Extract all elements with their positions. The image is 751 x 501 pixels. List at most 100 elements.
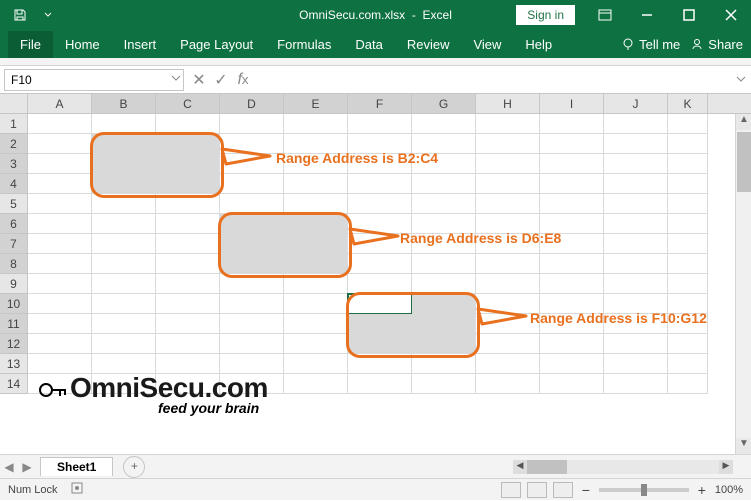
cell-c8[interactable] [156, 254, 220, 274]
cell-e14[interactable] [284, 374, 348, 394]
cell-f5[interactable] [348, 194, 412, 214]
row-header-14[interactable]: 14 [0, 374, 28, 394]
cell-d8[interactable] [220, 254, 284, 274]
select-all-corner[interactable] [0, 94, 28, 113]
close-icon[interactable] [711, 0, 751, 30]
cell-c11[interactable] [156, 314, 220, 334]
cell-a4[interactable] [28, 174, 92, 194]
cell-e10[interactable] [284, 294, 348, 314]
cell-e12[interactable] [284, 334, 348, 354]
row-header-5[interactable]: 5 [0, 194, 28, 214]
tab-file[interactable]: File [8, 31, 53, 58]
cell-a5[interactable] [28, 194, 92, 214]
cell-j7[interactable] [604, 234, 668, 254]
cell-j12[interactable] [604, 334, 668, 354]
cell-d4[interactable] [220, 174, 284, 194]
row-header-11[interactable]: 11 [0, 314, 28, 334]
row-header-2[interactable]: 2 [0, 134, 28, 154]
cell-c9[interactable] [156, 274, 220, 294]
name-box-dropdown-icon[interactable] [171, 72, 181, 86]
col-header-b[interactable]: B [92, 94, 156, 113]
cell-d9[interactable] [220, 274, 284, 294]
zoom-slider[interactable] [599, 488, 689, 492]
expand-formula-bar-icon[interactable] [731, 71, 751, 89]
formula-input[interactable] [254, 69, 731, 91]
cell-b11[interactable] [92, 314, 156, 334]
cell-j13[interactable] [604, 354, 668, 374]
cell-c2[interactable] [156, 134, 220, 154]
cell-b5[interactable] [92, 194, 156, 214]
save-icon[interactable] [8, 3, 32, 27]
cell-h14[interactable] [476, 374, 540, 394]
cell-c1[interactable] [156, 114, 220, 134]
cell-b6[interactable] [92, 214, 156, 234]
cell-b8[interactable] [92, 254, 156, 274]
cell-j4[interactable] [604, 174, 668, 194]
cell-f12[interactable] [348, 334, 412, 354]
cell-j1[interactable] [604, 114, 668, 134]
cell-i12[interactable] [540, 334, 604, 354]
hscroll-thumb[interactable] [527, 460, 567, 474]
cell-f4[interactable] [348, 174, 412, 194]
cell-f9[interactable] [348, 274, 412, 294]
cell-e1[interactable] [284, 114, 348, 134]
cell-b12[interactable] [92, 334, 156, 354]
cell-d13[interactable] [220, 354, 284, 374]
cell-g8[interactable] [412, 254, 476, 274]
cell-g14[interactable] [412, 374, 476, 394]
cell-b4[interactable] [92, 174, 156, 194]
tab-view[interactable]: View [461, 31, 513, 58]
cell-i3[interactable] [540, 154, 604, 174]
cell-f13[interactable] [348, 354, 412, 374]
cell-d10[interactable] [220, 294, 284, 314]
cell-e11[interactable] [284, 314, 348, 334]
fx-icon[interactable]: fx [232, 69, 254, 91]
cell-f11[interactable] [348, 314, 412, 334]
cell-c13[interactable] [156, 354, 220, 374]
cell-h1[interactable] [476, 114, 540, 134]
tell-me-search[interactable]: Tell me [621, 37, 680, 52]
cell-i14[interactable] [540, 374, 604, 394]
row-header-6[interactable]: 6 [0, 214, 28, 234]
tab-insert[interactable]: Insert [112, 31, 169, 58]
cell-h3[interactable] [476, 154, 540, 174]
cell-g13[interactable] [412, 354, 476, 374]
vertical-scrollbar[interactable]: ▲ ▼ [735, 114, 751, 454]
cell-e5[interactable] [284, 194, 348, 214]
scroll-down-icon[interactable]: ▼ [736, 438, 751, 454]
cell-f14[interactable] [348, 374, 412, 394]
cell-e6[interactable] [284, 214, 348, 234]
cell-b1[interactable] [92, 114, 156, 134]
cell-i9[interactable] [540, 274, 604, 294]
row-header-8[interactable]: 8 [0, 254, 28, 274]
cell-k6[interactable] [668, 214, 708, 234]
col-header-j[interactable]: J [604, 94, 668, 113]
cell-j6[interactable] [604, 214, 668, 234]
col-header-e[interactable]: E [284, 94, 348, 113]
cell-b13[interactable] [92, 354, 156, 374]
page-break-view-icon[interactable] [553, 482, 573, 498]
cell-e8[interactable] [284, 254, 348, 274]
cell-j8[interactable] [604, 254, 668, 274]
cell-c3[interactable] [156, 154, 220, 174]
cell-d6[interactable] [220, 214, 284, 234]
cell-c10[interactable] [156, 294, 220, 314]
cell-e7[interactable] [284, 234, 348, 254]
cancel-formula-icon[interactable]: ✕ [188, 69, 210, 91]
cell-g11[interactable] [412, 314, 476, 334]
sheet-nav-prev-icon[interactable]: ◀ [0, 456, 18, 478]
cell-a7[interactable] [28, 234, 92, 254]
cell-c12[interactable] [156, 334, 220, 354]
cell-i13[interactable] [540, 354, 604, 374]
cell-i8[interactable] [540, 254, 604, 274]
cell-a12[interactable] [28, 334, 92, 354]
sheet-tab-active[interactable]: Sheet1 [40, 457, 113, 476]
cell-c6[interactable] [156, 214, 220, 234]
share-button[interactable]: Share [690, 37, 743, 52]
cell-b7[interactable] [92, 234, 156, 254]
cell-a13[interactable] [28, 354, 92, 374]
scroll-right-icon[interactable]: ▶ [719, 460, 733, 474]
cell-a3[interactable] [28, 154, 92, 174]
accept-formula-icon[interactable]: ✓ [210, 69, 232, 91]
cell-k3[interactable] [668, 154, 708, 174]
